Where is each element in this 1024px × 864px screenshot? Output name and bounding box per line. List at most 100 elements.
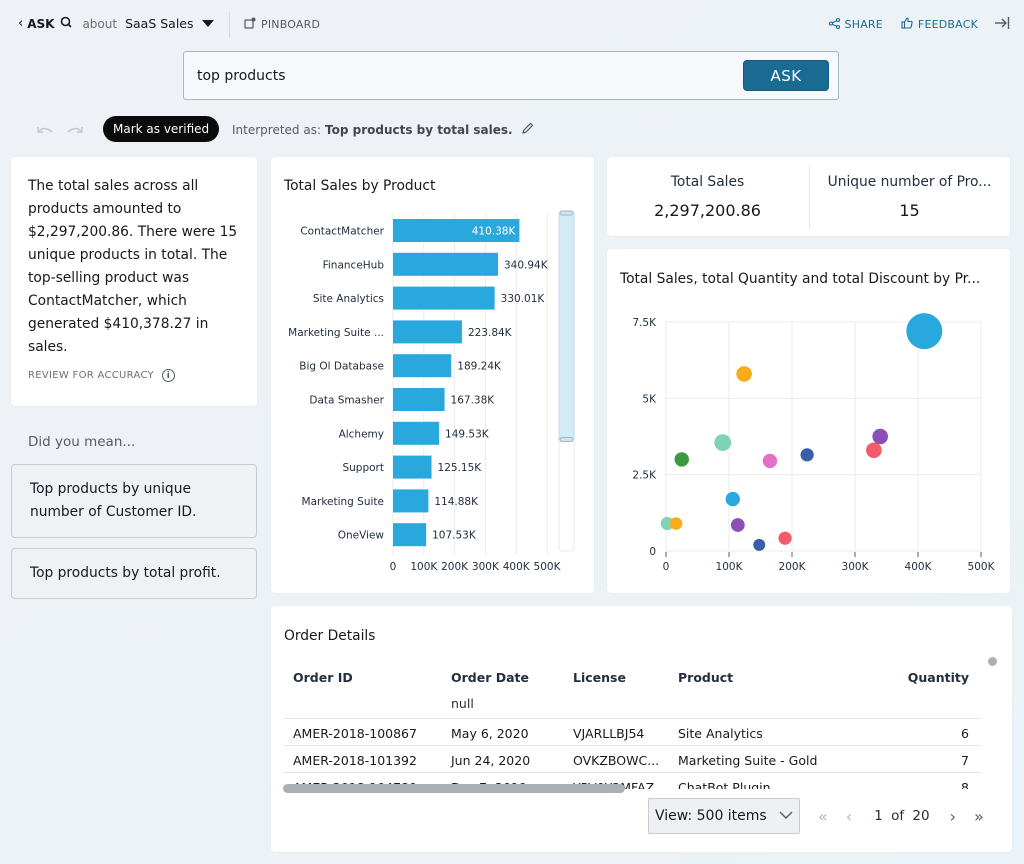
caret-down-icon[interactable] <box>201 20 214 27</box>
first-page-icon[interactable]: « <box>818 807 828 826</box>
category-label: ContactMatcher <box>300 226 384 238</box>
last-page-icon[interactable]: » <box>974 807 984 826</box>
cell-order-id: AMER-2018-100867 <box>293 726 417 741</box>
ask-button[interactable]: ASK <box>743 60 829 91</box>
y-tick-label: 5K <box>642 393 657 405</box>
scatter-point[interactable] <box>725 491 740 507</box>
table-row[interactable]: null <box>284 693 981 719</box>
table-horizontal-scrollbar[interactable] <box>283 784 625 793</box>
pinboard-label: PINBOARD <box>261 18 321 31</box>
back-chevron-icon[interactable]: ‹ <box>18 16 23 31</box>
redo-icon[interactable] <box>66 121 84 140</box>
bar[interactable] <box>393 455 432 479</box>
column-header-quantity[interactable]: Quantity <box>908 670 969 685</box>
range-handle-bottom[interactable] <box>559 436 574 442</box>
bar[interactable] <box>393 388 445 411</box>
x-tick-label: 300K <box>842 561 870 573</box>
scatter-point[interactable] <box>669 517 683 530</box>
share-label: SHARE <box>844 18 883 31</box>
mark-as-verified-button[interactable]: Mark as verified <box>103 116 220 142</box>
cell-product: ChatBot Plugin <box>678 780 771 789</box>
scatter-point[interactable] <box>730 518 745 532</box>
bar[interactable] <box>393 523 427 547</box>
category-label: Marketing Suite ... <box>288 327 384 339</box>
back-ask-link[interactable]: ASK <box>27 17 54 31</box>
cell-product: Marketing Suite - Gold <box>678 753 818 768</box>
bar[interactable] <box>393 252 499 276</box>
share-button[interactable]: SHARE <box>828 17 883 32</box>
bar[interactable] <box>393 354 452 378</box>
total-pages: 20 <box>912 808 930 824</box>
kpi-total-sales: Total Sales 2,297,200.86 <box>607 157 808 236</box>
cell-quantity: 7 <box>961 753 969 768</box>
scatter-point[interactable] <box>753 538 766 551</box>
scatter-point[interactable] <box>778 531 792 545</box>
page-indicator: 1 of 20 <box>872 808 931 824</box>
category-label: Data Smasher <box>309 395 384 407</box>
scatter-chart-card: Total Sales, total Quantity and total Di… <box>607 249 1010 593</box>
kpi-value: 2,297,200.86 <box>654 201 761 220</box>
question-input[interactable] <box>197 64 717 88</box>
kpi-label: Unique number of Pro... <box>827 174 992 190</box>
current-page: 1 <box>874 808 883 824</box>
collapse-panel-icon[interactable] <box>994 16 1010 33</box>
suggestion-item[interactable]: Top products by unique number of Custome… <box>11 464 257 538</box>
category-label: Big Ol Database <box>299 361 384 373</box>
column-header-license[interactable]: License <box>573 670 626 685</box>
bar[interactable] <box>393 286 495 310</box>
scatter-point[interactable] <box>714 434 732 452</box>
table-vertical-scrollbar[interactable] <box>988 657 997 666</box>
scatter-point[interactable] <box>674 452 689 467</box>
scatter-point[interactable] <box>872 428 888 445</box>
cell-quantity: 8 <box>961 780 969 789</box>
x-tick-label: 300K <box>472 561 500 573</box>
previous-page-icon[interactable]: ‹ <box>846 807 852 826</box>
bar[interactable] <box>393 489 429 513</box>
info-icon[interactable]: i <box>161 369 175 382</box>
kpi-value: 15 <box>899 201 920 220</box>
undo-icon[interactable] <box>36 121 54 140</box>
review-for-accuracy[interactable]: REVIEW FOR ACCURACY i <box>28 369 240 382</box>
table-row[interactable]: AMER-2018-101392 Jun 24, 2020 OVKZBOWC..… <box>284 746 981 773</box>
topic-selector[interactable]: SaaS Sales <box>125 16 193 31</box>
scatter-point[interactable] <box>866 442 882 459</box>
top-bar: ‹ ASK about SaaS Sales PINBOARD SHARE FE… <box>0 0 1024 48</box>
table-row[interactable]: AMER-2018-100867 May 6, 2020 VJARLLBJ54 … <box>284 719 981 746</box>
scatter-point[interactable] <box>762 453 778 469</box>
search-icon <box>60 16 73 31</box>
x-tick-label: 100K <box>410 561 438 573</box>
bar-chart-card: Total Sales by Product 0 100K 200K 300K 400K… <box>271 157 594 593</box>
scatter-point[interactable] <box>800 448 814 462</box>
y-tick-label: 7.5K <box>632 317 657 329</box>
interpreted-prefix: Interpreted as: <box>232 123 322 137</box>
category-label: Marketing Suite <box>302 496 384 508</box>
x-tick-label: 400K <box>905 561 933 573</box>
kpi-card: Total Sales 2,297,200.86 Unique number o… <box>607 157 1010 236</box>
x-tick-label: 400K <box>503 561 531 573</box>
cell-product: Site Analytics <box>678 726 763 741</box>
column-header-order-date[interactable]: Order Date <box>451 670 529 685</box>
edit-pencil-icon[interactable] <box>521 122 534 138</box>
feedback-button[interactable]: FEEDBACK <box>901 17 978 32</box>
next-page-icon[interactable]: › <box>950 807 956 826</box>
scatter-point[interactable] <box>736 366 752 382</box>
pinboard-icon <box>244 17 261 32</box>
range-handle-top[interactable] <box>559 210 574 216</box>
narrative-card: The total sales across all products amou… <box>11 157 257 406</box>
bar[interactable] <box>393 320 462 344</box>
x-tick-label: 0 <box>390 561 397 573</box>
thumbs-up-icon <box>901 17 918 32</box>
cell-license: VJARLLBJ54 <box>573 726 645 741</box>
column-header-order-id[interactable]: Order ID <box>293 670 353 685</box>
column-header-product[interactable]: Product <box>678 670 733 685</box>
pinboard-button[interactable]: PINBOARD <box>244 17 320 32</box>
category-label: FinanceHub <box>323 259 385 271</box>
cell-order-date: Jun 24, 2020 <box>451 753 531 768</box>
question-box: ASK <box>183 51 839 100</box>
data-label: 107.53K <box>432 530 477 542</box>
suggestion-item[interactable]: Top products by total profit. <box>11 548 257 599</box>
scatter-point[interactable] <box>906 313 943 350</box>
view-items-select[interactable]: View: 500 items <box>648 798 800 834</box>
range-scrollbar-thumb[interactable] <box>558 212 575 440</box>
bar[interactable] <box>393 421 440 445</box>
